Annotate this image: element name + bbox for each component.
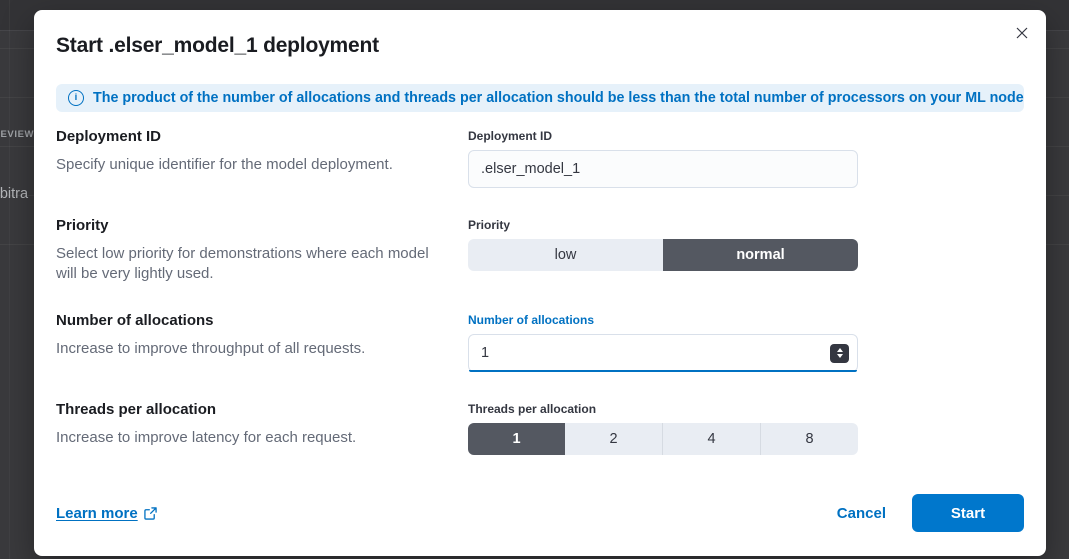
deployment-id-input[interactable] (468, 150, 858, 188)
background-column-header: REVIEW (0, 129, 34, 140)
threads-button-group: 1 2 4 8 (468, 423, 858, 455)
info-callout: i The product of the number of allocatio… (56, 84, 1024, 112)
threads-option-4[interactable]: 4 (662, 423, 760, 455)
learn-more-label: Learn more (56, 505, 138, 522)
learn-more-link[interactable]: Learn more (56, 505, 157, 522)
close-button[interactable] (1010, 21, 1034, 45)
threads-description: Increase to improve latency for each req… (56, 428, 438, 448)
close-icon (1015, 26, 1029, 40)
threads-option-8[interactable]: 8 (760, 423, 858, 455)
deployment-form: Deployment ID Specify unique identifier … (56, 127, 1024, 455)
deployment-id-description: Specify unique identifier for the model … (56, 155, 438, 175)
callout-text: The product of the number of allocations… (93, 90, 1024, 106)
priority-button-group: low normal (468, 239, 858, 271)
form-row-priority: Priority Select low priority for demonst… (56, 216, 1024, 283)
cancel-button[interactable]: Cancel (837, 505, 886, 522)
allocations-field (468, 334, 858, 372)
form-row-deployment-id: Deployment ID Specify unique identifier … (56, 127, 1024, 188)
allocations-description: Increase to improve throughput of all re… (56, 339, 438, 359)
priority-label: Priority (468, 218, 858, 233)
deployment-id-heading: Deployment ID (56, 127, 438, 146)
threads-heading: Threads per allocation (56, 400, 438, 419)
threads-option-1[interactable]: 1 (468, 423, 565, 455)
form-row-threads: Threads per allocation Increase to impro… (56, 400, 1024, 455)
threads-label: Threads per allocation (468, 402, 858, 417)
priority-description: Select low priority for demonstrations w… (56, 244, 438, 283)
background-cell-text: rbitra (0, 186, 28, 202)
start-deployment-modal: Start .elser_model_1 deployment i The pr… (34, 10, 1046, 556)
modal-title: Start .elser_model_1 deployment (56, 33, 1024, 58)
background-divider (9, 0, 10, 559)
allocations-heading: Number of allocations (56, 311, 438, 330)
external-link-icon (144, 507, 157, 520)
priority-heading: Priority (56, 216, 438, 235)
info-icon: i (68, 90, 84, 106)
stepper-down-icon[interactable] (837, 354, 843, 358)
stepper-up-icon[interactable] (837, 348, 843, 352)
priority-option-low[interactable]: low (468, 239, 663, 271)
priority-option-normal[interactable]: normal (663, 239, 858, 271)
quantity-stepper[interactable] (830, 344, 849, 363)
form-row-allocations: Number of allocations Increase to improv… (56, 311, 1024, 372)
threads-option-2[interactable]: 2 (565, 423, 662, 455)
modal-footer: Learn more Cancel Start (56, 494, 1024, 556)
deployment-id-label: Deployment ID (468, 129, 858, 144)
start-button[interactable]: Start (912, 494, 1024, 532)
allocations-input[interactable] (468, 334, 858, 372)
allocations-label: Number of allocations (468, 313, 858, 328)
